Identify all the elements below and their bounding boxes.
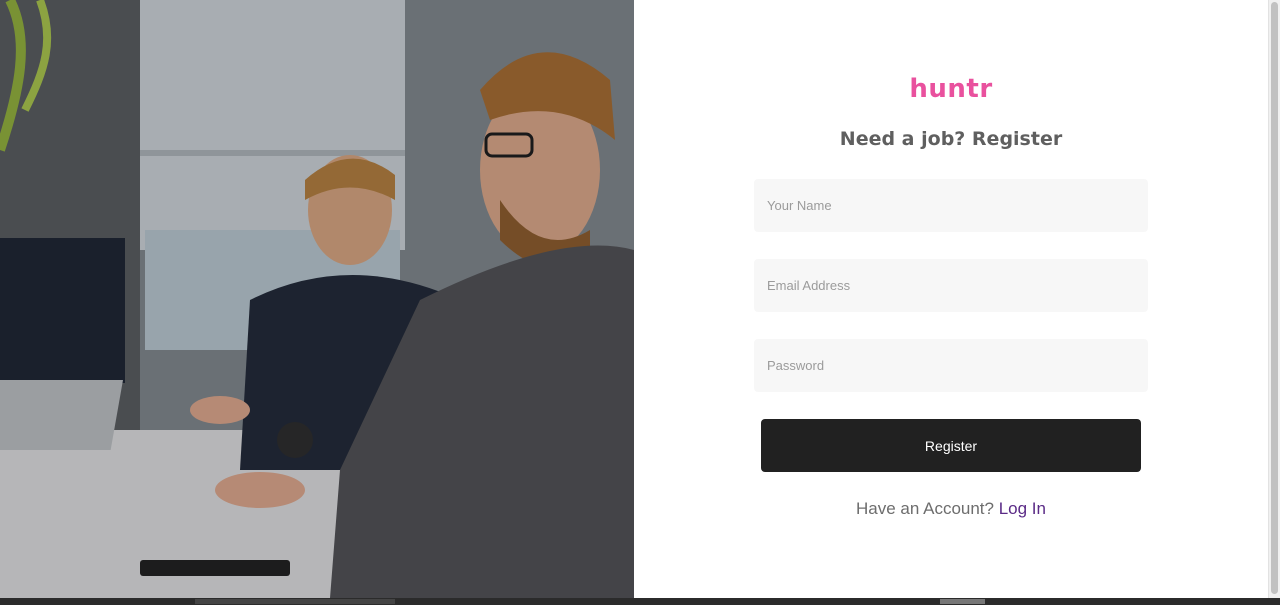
- register-button[interactable]: Register: [761, 419, 1141, 472]
- form-heading: Need a job? Register: [839, 128, 1063, 150]
- name-input[interactable]: [754, 179, 1148, 232]
- office-photo-icon: [0, 0, 634, 598]
- login-prompt-text: Have an Account?: [856, 499, 999, 518]
- hero-photo: [0, 0, 634, 598]
- bottom-strip-segment: [195, 599, 395, 604]
- email-input[interactable]: [754, 259, 1148, 312]
- register-page: huntr Need a job? Register Register Have…: [0, 0, 1280, 605]
- bottom-strip-segment: [940, 599, 985, 604]
- password-input[interactable]: [754, 339, 1148, 392]
- scrollbar-thumb[interactable]: [1271, 2, 1278, 594]
- vertical-scrollbar[interactable]: [1268, 0, 1280, 598]
- login-link[interactable]: Log In: [999, 499, 1046, 518]
- login-prompt: Have an Account? Log In: [634, 499, 1268, 519]
- bottom-strip: [0, 598, 1280, 605]
- brand-logo: huntr: [909, 74, 993, 104]
- register-panel: huntr Need a job? Register Register Have…: [634, 0, 1268, 598]
